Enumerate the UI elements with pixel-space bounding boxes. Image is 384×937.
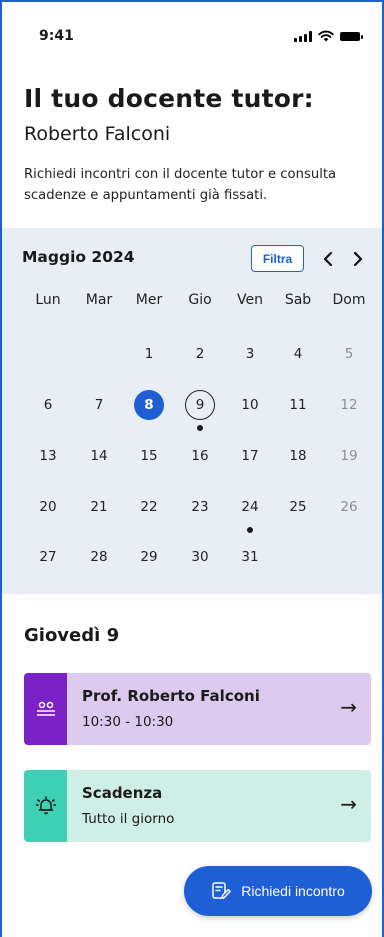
request-meeting-label: Richiedi incontro: [241, 883, 345, 899]
calendar-day[interactable]: 18: [283, 441, 313, 471]
calendar-day[interactable]: 2: [185, 339, 215, 369]
status-bar: 9:41: [2, 18, 382, 48]
chevron-left-icon: [323, 252, 333, 266]
signal-icon: [294, 30, 312, 42]
calendar-day[interactable]: 17: [235, 441, 265, 471]
calendar-day[interactable]: 9: [185, 390, 215, 420]
arrow-right-icon: →: [340, 695, 357, 719]
calendar-day[interactable]: 7: [84, 390, 114, 420]
event-indicator-dot: [197, 425, 203, 431]
calendar-day[interactable]: 5: [334, 339, 364, 369]
calendar-day[interactable]: 16: [185, 441, 215, 471]
weekday-label: Lun: [35, 292, 61, 308]
event-title: Scadenza: [82, 784, 163, 802]
calendar-month-label: Maggio 2024: [22, 248, 135, 266]
calendar-day[interactable]: 3: [235, 339, 265, 369]
calendar-day[interactable]: 10: [235, 390, 265, 420]
calendar-day[interactable]: 29: [134, 542, 164, 572]
wifi-icon: [318, 30, 334, 42]
event-strip: [24, 770, 67, 842]
event-time: 10:30 - 10:30: [82, 714, 174, 730]
calendar-day[interactable]: 12: [334, 390, 364, 420]
weekday-label: Gio: [188, 292, 212, 308]
calendar-day[interactable]: 6: [33, 390, 63, 420]
calendar-day[interactable]: 14: [84, 441, 114, 471]
agenda-day-heading: Giovedì 9: [24, 625, 120, 646]
event-time: Tutto il giorno: [82, 811, 175, 827]
calendar-day[interactable]: 19: [334, 441, 364, 471]
calendar-day[interactable]: 8: [134, 390, 164, 420]
weekday-header-row: Lun Mar Mer Gio Ven Sab Dom: [2, 292, 382, 312]
event-title: Prof. Roberto Falconi: [82, 687, 260, 705]
calendar-day[interactable]: 30: [185, 542, 215, 572]
calendar-day[interactable]: 1: [134, 339, 164, 369]
calendar-day[interactable]: 31: [235, 542, 265, 572]
event-card-meeting[interactable]: Prof. Roberto Falconi 10:30 - 10:30 →: [24, 673, 371, 745]
page-title: Il tuo docente tutor:: [24, 84, 314, 113]
calendar-day[interactable]: 28: [84, 542, 114, 572]
calendar-day[interactable]: 22: [134, 492, 164, 522]
weekday-label: Mar: [85, 292, 113, 308]
previous-month-button[interactable]: [316, 245, 340, 273]
weekday-label: Sab: [284, 292, 312, 308]
weekday-label: Mer: [135, 292, 163, 308]
calendar-day[interactable]: 11: [283, 390, 313, 420]
tutor-name: Roberto Falconi: [24, 123, 171, 145]
page-description: Richiedi incontri con il docente tutor e…: [24, 167, 337, 203]
calendar-day[interactable]: 15: [134, 441, 164, 471]
event-strip: [24, 673, 67, 745]
calendar-day[interactable]: 24: [235, 492, 265, 522]
calendar-day[interactable]: 21: [84, 492, 114, 522]
chevron-right-icon: [353, 252, 363, 266]
request-form-icon: [212, 882, 232, 899]
event-indicator-dot: [247, 527, 253, 533]
calendar-day[interactable]: 20: [33, 492, 63, 522]
next-month-button[interactable]: [346, 245, 370, 273]
battery-icon: [340, 31, 363, 41]
calendar-day[interactable]: 4: [283, 339, 313, 369]
calendar: Maggio 2024 Filtra Lun Mar Mer Gio Ven Sab Dom…: [2, 228, 382, 594]
arrow-right-icon: →: [340, 792, 357, 816]
weekday-label: Ven: [237, 292, 263, 308]
event-card-deadline[interactable]: Scadenza Tutto il giorno →: [24, 770, 371, 842]
calendar-day[interactable]: 23: [185, 492, 215, 522]
request-meeting-button[interactable]: Richiedi incontro: [184, 866, 372, 916]
filter-button[interactable]: Filtra: [251, 245, 304, 272]
status-time: 9:41: [39, 28, 74, 44]
calendar-day[interactable]: 25: [283, 492, 313, 522]
app-screen: 9:41 Il tuo docente tutor: Roberto Falco…: [0, 0, 384, 937]
weekday-label: Dom: [332, 292, 366, 308]
calendar-day[interactable]: 13: [33, 441, 63, 471]
status-icons: [294, 30, 363, 42]
calendar-header: Maggio 2024 Filtra: [2, 228, 382, 288]
alarm-bell-icon: [35, 796, 56, 815]
calendar-day[interactable]: 26: [334, 492, 364, 522]
calendar-day[interactable]: 27: [33, 542, 63, 572]
meeting-icon: [36, 701, 55, 716]
